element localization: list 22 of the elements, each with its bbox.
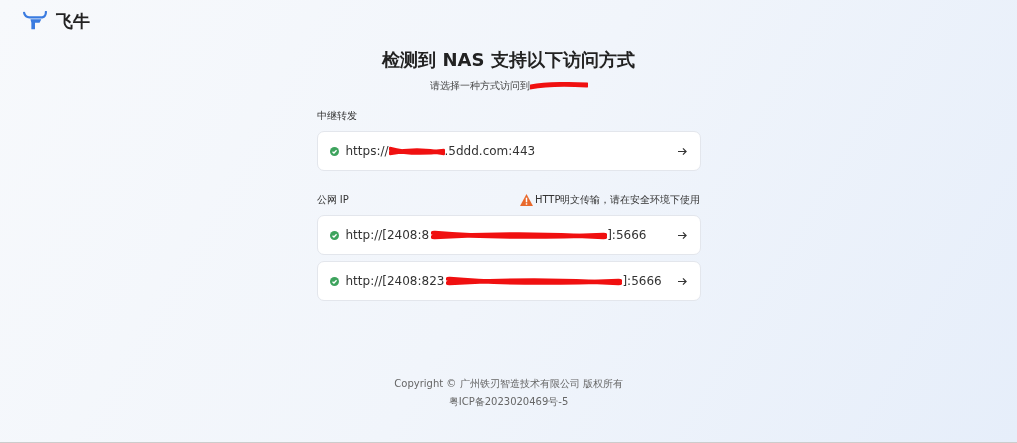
arrow-right-icon (676, 230, 688, 240)
section-label: 中继转发 (316, 109, 357, 123)
bull-logo-icon (22, 11, 48, 31)
arrow-right-icon (676, 276, 688, 286)
url-end: ]:5666 (622, 274, 662, 288)
arrow-right-icon (676, 146, 688, 156)
footer-text: Copyright © 广州铁刃智造技术有限公司 版权所有 (394, 377, 623, 391)
page-heading: 检测到 NAS 支持以下访问方式 (380, 48, 636, 72)
warning-text: HTTP明文传输，请在安全环境下使用 (534, 193, 701, 207)
url-start: http://[2408:8 (345, 228, 430, 242)
brand-name: 飞牛 (56, 9, 90, 33)
url-end: .5ddd.com:443 (444, 144, 536, 158)
url-end: ]:5666 (607, 228, 647, 242)
access-link-card[interactable]: http://[2408:823 ]:5666 (316, 261, 701, 301)
url-start: http://[2408:823 (345, 274, 445, 288)
access-link-card[interactable]: https:// .5ddd.com:443 (316, 131, 701, 171)
warning-icon (519, 194, 533, 206)
section-label: 公网 IP (316, 193, 349, 207)
access-link-card[interactable]: http://[2408:8 ]:5666 (316, 215, 701, 255)
footer-text: 粤ICP备2023020469号-5 (448, 395, 569, 409)
url-start: https:// (345, 144, 389, 158)
subtitle: 请选择一种方式访问到 (429, 79, 530, 93)
